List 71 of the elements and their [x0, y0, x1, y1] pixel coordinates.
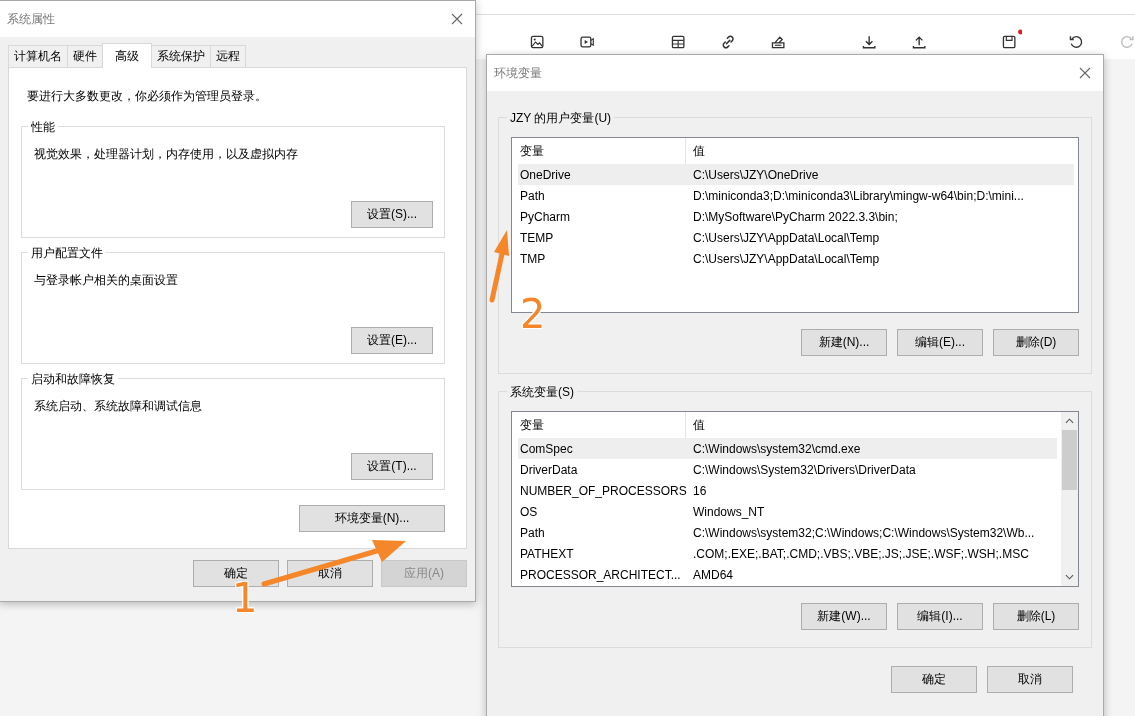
- scrollbar[interactable]: [1061, 412, 1078, 586]
- dialog-button[interactable]: 确定: [891, 666, 977, 693]
- close-icon[interactable]: [451, 13, 463, 25]
- column-header[interactable]: 值: [686, 416, 1057, 434]
- column-header[interactable]: 值: [686, 142, 1074, 160]
- variable-value: 16: [692, 483, 708, 498]
- variable-row[interactable]: PATHEXT .COM;.EXE;.BAT;.CMD;.VBS;.VBE;.JS;.JSE;.WSF;.WSH;.MSC: [518, 543, 1057, 564]
- variable-name: ComSpec: [519, 441, 574, 456]
- group-title: JZY 的用户变量(U): [507, 110, 615, 127]
- variable-row[interactable]: Path C:\Windows\system32;C:\Windows;C:\Windows\System32\Wb...: [518, 522, 1057, 543]
- environment-variables-button[interactable]: 环境变量(N)...: [299, 505, 445, 532]
- variable-name: TMP: [519, 251, 547, 266]
- variable-row[interactable]: Path D:\miniconda3;D:\miniconda3\Library\mingw-w64\bin;D:\mini...: [518, 185, 1074, 206]
- variable-value: C:\Windows\system32\cmd.exe: [692, 441, 862, 456]
- close-icon[interactable]: [1079, 67, 1091, 79]
- variable-row[interactable]: PROCESSOR_ARCHITECT... AMD64: [518, 564, 1057, 585]
- variable-name: OS: [519, 504, 539, 519]
- list-action-button[interactable]: 删除(L): [993, 603, 1079, 630]
- variable-row[interactable]: ComSpec C:\Windows\system32\cmd.exe: [518, 438, 1057, 459]
- list-action-button[interactable]: 删除(D): [993, 329, 1079, 356]
- tab[interactable]: 远程: [210, 45, 246, 67]
- scroll-down-icon[interactable]: [1065, 574, 1074, 580]
- group-description: 系统启动、系统故障和调试信息: [34, 398, 203, 415]
- variable-value: AMD64: [692, 567, 734, 582]
- list-action-button[interactable]: 编辑(I)...: [897, 603, 983, 630]
- window-title: 系统属性: [7, 10, 55, 28]
- tab[interactable]: 高级: [102, 43, 152, 68]
- group-title: 系统变量(S): [507, 384, 577, 401]
- variable-row[interactable]: NUMBER_OF_PROCESSORS 16: [518, 480, 1057, 501]
- variable-name: PATHEXT: [519, 546, 575, 561]
- settings-button[interactable]: 设置(E)...: [351, 327, 433, 354]
- variable-row[interactable]: TMP C:\Users\JZY\AppData\Local\Temp: [518, 248, 1074, 269]
- variable-name: Path: [519, 525, 546, 540]
- dialog-button[interactable]: 取消: [987, 666, 1073, 693]
- window-title: 环境变量: [494, 64, 542, 82]
- list-action-button[interactable]: 新建(N)...: [801, 329, 887, 356]
- variable-name: Path: [519, 188, 546, 203]
- variable-row[interactable]: OneDrive C:\Users\JZY\OneDrive: [518, 164, 1074, 185]
- variable-value: C:\Windows\System32\Drivers\DriverData: [692, 462, 917, 477]
- settings-button[interactable]: 设置(S)...: [351, 201, 433, 228]
- variable-value: C:\Windows\system32;C:\Windows;C:\Windows\System32\Wb...: [692, 525, 1036, 540]
- variable-name: TEMP: [519, 230, 555, 245]
- variable-name: NUMBER_OF_PROCESSORS: [519, 483, 686, 498]
- variable-name: OneDrive: [519, 167, 572, 182]
- variable-row[interactable]: PyCharm D:\MySoftware\PyCharm 2022.3.3\bin;: [518, 206, 1074, 227]
- scroll-up-icon[interactable]: [1065, 418, 1074, 424]
- variable-value: Windows_NT: [692, 504, 766, 519]
- group-description: 与登录帐户相关的桌面设置: [34, 272, 179, 289]
- variable-value: .COM;.EXE;.BAT;.CMD;.VBS;.VBE;.JS;.JSE;.WSF;.WSH;.MSC: [692, 546, 1030, 561]
- variable-row[interactable]: DriverData C:\Windows\System32\Drivers\DriverData: [518, 459, 1057, 480]
- variable-name: PROCESSOR_ARCHITECT...: [519, 567, 682, 582]
- variable-name: PyCharm: [519, 209, 571, 224]
- settings-button[interactable]: 设置(T)...: [351, 453, 433, 480]
- variable-value: D:\MySoftware\PyCharm 2022.3.3\bin;: [692, 209, 899, 224]
- variable-value: C:\Users\JZY\AppData\Local\Temp: [692, 230, 881, 245]
- variable-value: D:\miniconda3;D:\miniconda3\Library\mingw-w64\bin;D:\mini...: [692, 188, 1025, 203]
- group-title: 用户配置文件: [28, 245, 106, 262]
- notification-dot-icon: [1017, 29, 1023, 35]
- variable-value: C:\Users\JZY\AppData\Local\Temp: [692, 251, 881, 266]
- list-action-button[interactable]: 新建(W)...: [801, 603, 887, 630]
- admin-notice: 要进行大多数更改，你必须作为管理员登录。: [27, 88, 268, 105]
- group-title: 启动和故障恢复: [28, 371, 118, 388]
- variable-row[interactable]: OS Windows_NT: [518, 501, 1057, 522]
- group-title: 性能: [28, 119, 58, 136]
- variable-row[interactable]: TEMP C:\Users\JZY\AppData\Local\Temp: [518, 227, 1074, 248]
- scroll-thumb[interactable]: [1062, 430, 1077, 490]
- list-action-button[interactable]: 编辑(E)...: [897, 329, 983, 356]
- tab[interactable]: 计算机名: [8, 45, 68, 67]
- variable-value: C:\Users\JZY\OneDrive: [692, 167, 820, 182]
- group-description: 视觉效果，处理器计划，内存使用，以及虚拟内存: [34, 146, 299, 163]
- variable-name: DriverData: [519, 462, 579, 477]
